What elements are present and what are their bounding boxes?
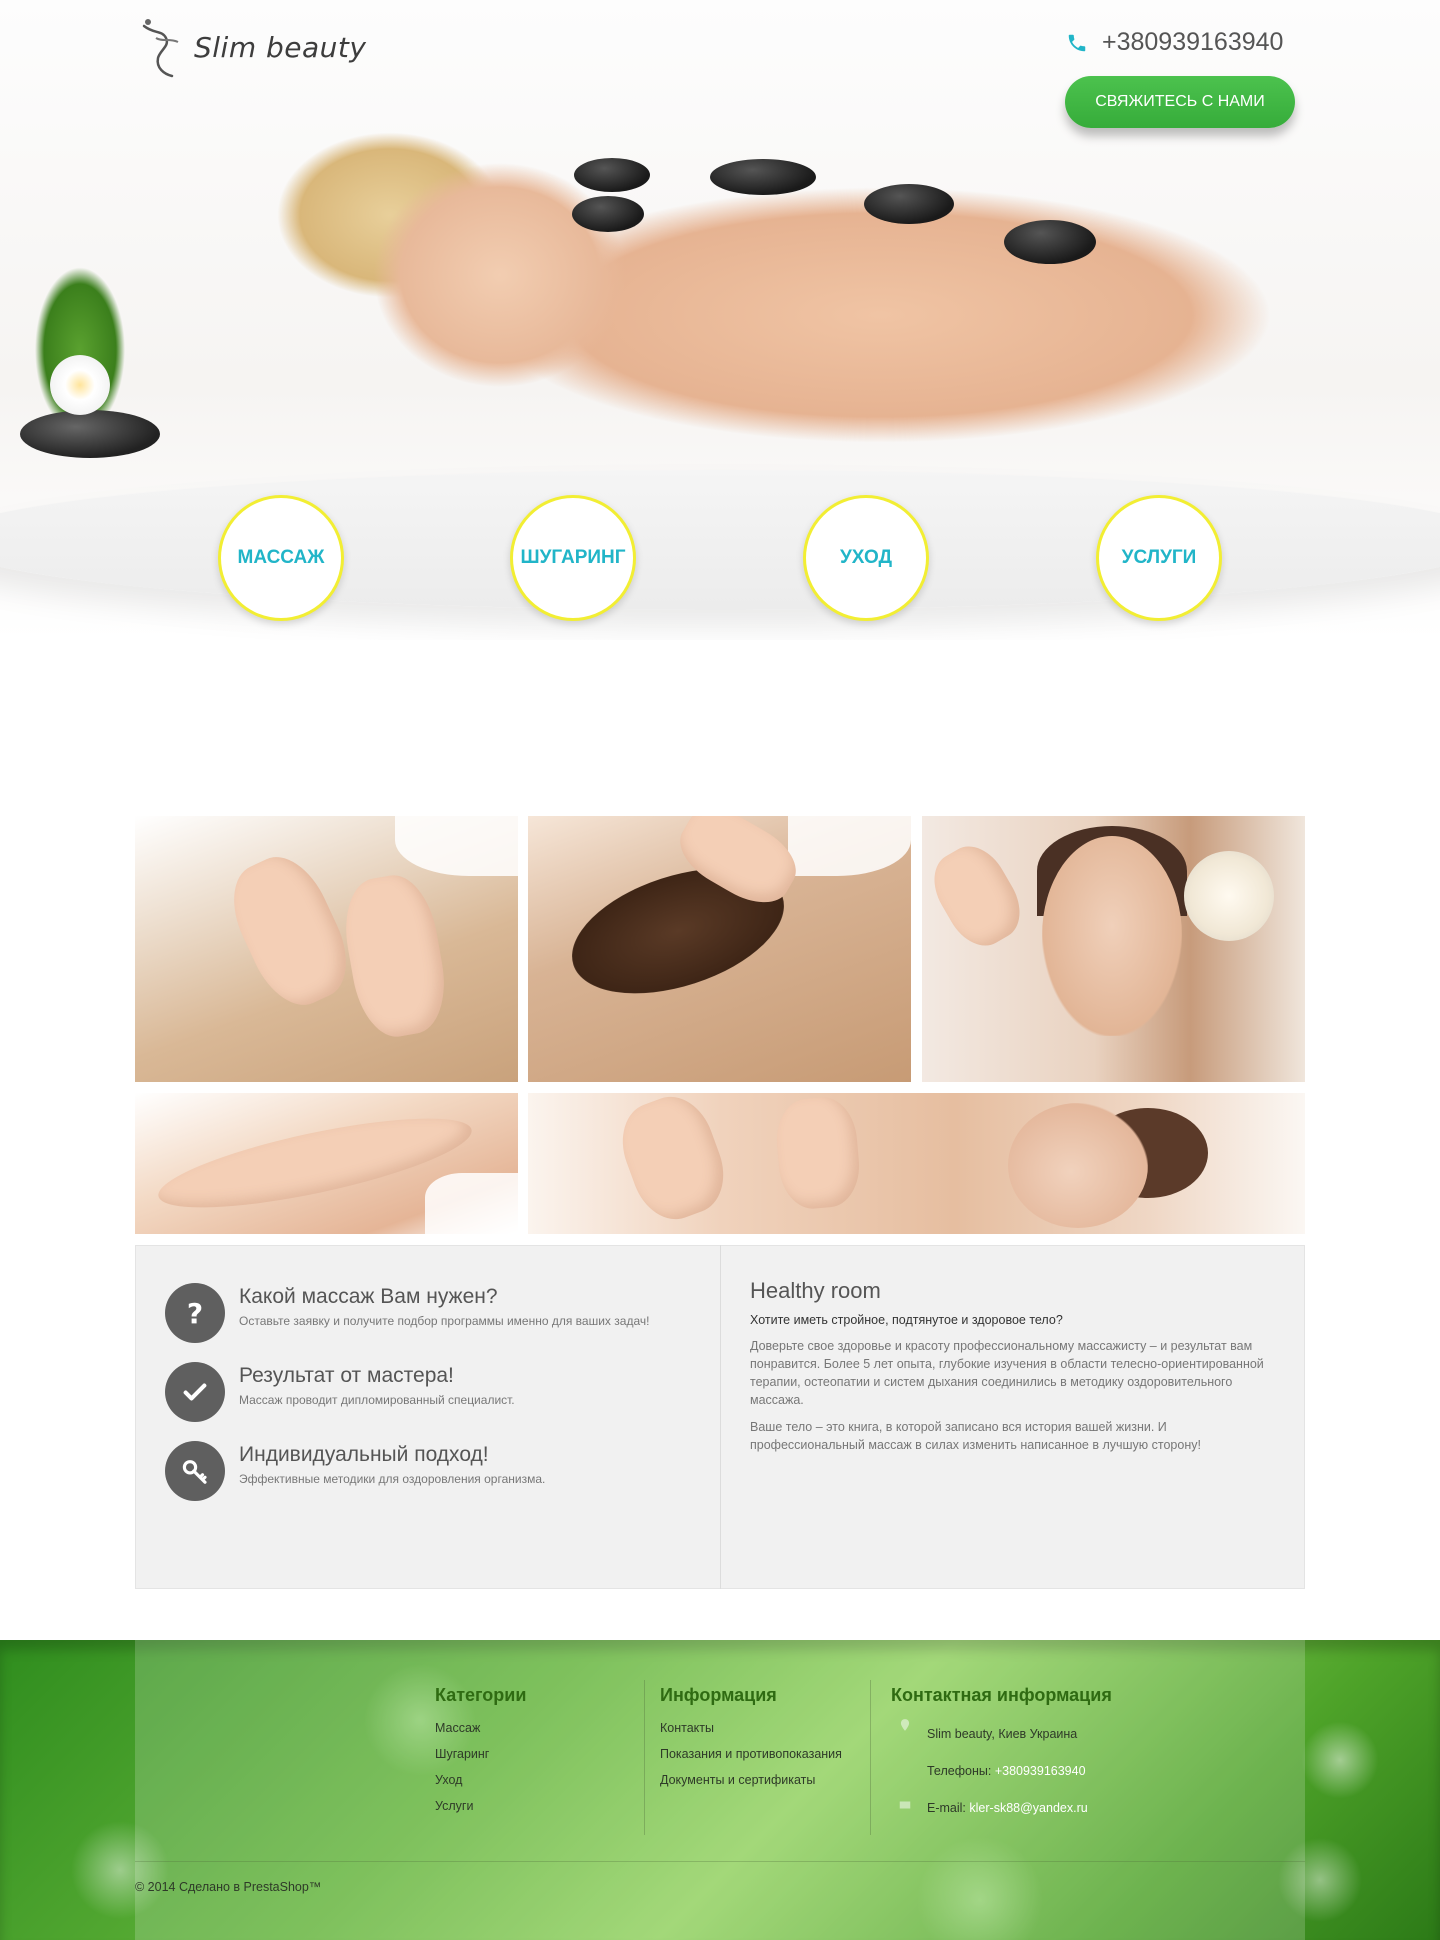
footer-phone-label: Телефоны: [927,1764,992,1778]
footer-phone: Телефоны: +380939163940 [927,1764,1086,1778]
photo-relax-massage[interactable] [528,1093,1305,1234]
hot-stone [864,184,954,224]
feature-desc: Оставьте заявку и получите подбор програ… [239,1314,650,1328]
feature-title: Какой массаж Вам нужен? [239,1285,498,1308]
hot-stone [710,159,816,195]
footer-address: Slim beauty, Киев Украина [927,1727,1078,1741]
feature-title: Индивидуальный подход! [239,1443,489,1466]
category-circle-massage[interactable]: МАССАЖ [218,495,344,621]
feature-title: Результат от мастера! [239,1364,454,1387]
footer-info-title: Информация [660,1685,777,1705]
white-flower [50,355,110,415]
healthy-room-subtitle: Хотите иметь стройное, подтянутое и здор… [750,1313,1063,1327]
face [1008,1103,1148,1228]
hand [336,869,454,1043]
category-circle-services[interactable]: УСЛУГИ [1096,495,1222,621]
face [1042,836,1182,1036]
footer-link-services[interactable]: Услуги [435,1799,473,1813]
logo-figure-icon [140,16,184,78]
phone-icon [1068,34,1086,51]
healthy-room-title: Healthy room [750,1278,881,1303]
hot-stone [572,196,644,232]
copyright: © 2014 Сделано в PrestaShop™ [135,1880,322,1894]
towel [788,816,911,876]
feature-item: Индивидуальный подход! Эффективные метод… [165,1441,545,1501]
check-icon [165,1362,225,1422]
feature-item: ? Какой массаж Вам нужен? Оставьте заявк… [165,1283,649,1343]
site-logo[interactable]: Slim beauty [140,16,366,78]
footer-separator [644,1680,645,1835]
footer-link-documents[interactable]: Документы и сертификаты [660,1773,815,1787]
hot-stone [1004,220,1096,264]
footer-email-value[interactable]: kler-sk88@yandex.ru [969,1801,1087,1815]
footer-contact-title: Контактная информация [891,1685,1112,1705]
footer-separator [870,1680,871,1835]
footer-link-care[interactable]: Уход [435,1773,462,1787]
feature-item: Результат от мастера! Массаж проводит ди… [165,1362,515,1422]
footer-email-label: E-mail: [927,1801,966,1815]
footer-link-contacts[interactable]: Контакты [660,1721,714,1735]
hot-stone [574,158,650,192]
photo-facial-care[interactable] [922,816,1305,1082]
towel [395,816,518,876]
map-marker-icon [900,1719,910,1731]
footer-link-massage[interactable]: Массаж [435,1721,480,1735]
category-circle-care[interactable]: УХОД [803,495,929,621]
footer-email: E-mail: kler-sk88@yandex.ru [927,1801,1088,1815]
footer-phone-value[interactable]: +380939163940 [995,1764,1086,1778]
info-divider [720,1245,721,1589]
pebble [20,410,160,458]
footer-link-indications[interactable]: Показания и противопоказания [660,1747,842,1761]
phone-number: +380939163940 [1102,28,1284,56]
hand [610,1093,736,1230]
photo-back-massage[interactable] [135,816,518,1082]
key-icon [165,1441,225,1501]
photo-legs[interactable] [135,1093,518,1234]
photo-chocolate-wrap[interactable] [528,816,911,1082]
logo-text: Slim beauty [194,30,367,64]
feature-desc: Массаж проводит дипломированный специали… [239,1393,515,1407]
hand [217,844,363,1018]
healthy-room-paragraph: Доверьте свое здоровье и красоту професс… [750,1339,1264,1407]
hand [773,1094,863,1212]
healthy-room-paragraph: Ваше тело – это книга, в которой записан… [750,1420,1201,1452]
question-icon: ? [165,1283,225,1343]
feature-desc: Эффективные методики для оздоровления ор… [239,1472,546,1486]
hero-arc [0,470,1440,610]
hand [922,835,1033,957]
contact-us-button[interactable]: СВЯЖИТЕСЬ С НАМИ [1065,76,1295,128]
header-phone[interactable]: +380939163940 [1066,28,1283,57]
envelope-icon [899,1801,911,1809]
cream-bowl [1184,851,1274,941]
category-circle-sugaring[interactable]: ШУГАРИНГ [510,495,636,621]
footer-categories-title: Категории [435,1685,527,1705]
towel [425,1173,518,1234]
footer-link-sugaring[interactable]: Шугаринг [435,1747,489,1761]
footer-divider [135,1861,1305,1862]
